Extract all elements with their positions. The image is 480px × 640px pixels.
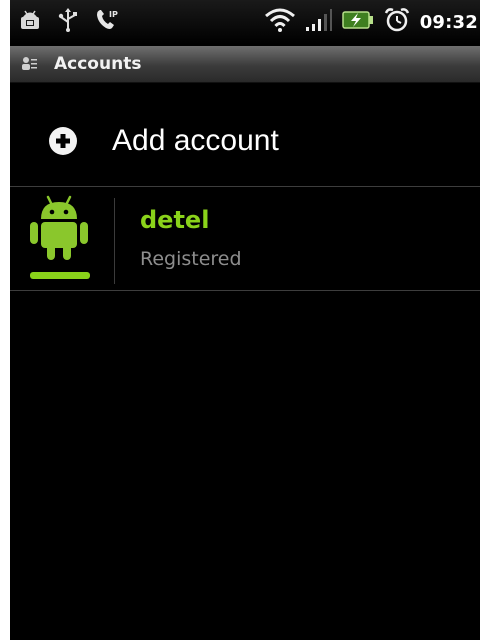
- add-account-button[interactable]: Add account: [10, 98, 480, 184]
- status-bar-left: IP: [10, 7, 120, 37]
- accounts-icon: [20, 55, 38, 73]
- plus-circle-icon: [48, 126, 78, 156]
- add-account-label: Add account: [112, 124, 279, 157]
- status-bar-right: 09:32: [264, 7, 480, 37]
- signal-icon: [305, 8, 332, 36]
- status-bar-time: 09:32: [419, 11, 478, 33]
- page-title: Accounts: [54, 54, 142, 74]
- device-screen: IP 09:32 Accounts Add account detel Regi…: [10, 0, 480, 640]
- list-divider: [10, 290, 480, 291]
- account-list-item[interactable]: detel Registered: [10, 188, 480, 290]
- battery-charging-icon: [341, 8, 374, 36]
- vertical-separator: [114, 198, 115, 284]
- account-name: detel: [140, 206, 210, 234]
- account-status: Registered: [140, 248, 242, 270]
- list-divider: [10, 186, 480, 187]
- svg-text:IP: IP: [109, 10, 118, 19]
- account-sync-indicator: [30, 272, 90, 279]
- title-bar: Accounts: [10, 46, 480, 83]
- wifi-icon: [264, 7, 296, 37]
- alarm-icon: [384, 7, 410, 37]
- sip-call-icon: IP: [94, 7, 120, 37]
- status-bar: IP 09:32: [10, 0, 480, 44]
- usb-icon: [56, 7, 80, 37]
- screenshot-frame: IP 09:32 Accounts Add account detel Regi…: [0, 0, 480, 640]
- android-icon: [26, 194, 92, 264]
- android-debug-icon: [18, 8, 42, 36]
